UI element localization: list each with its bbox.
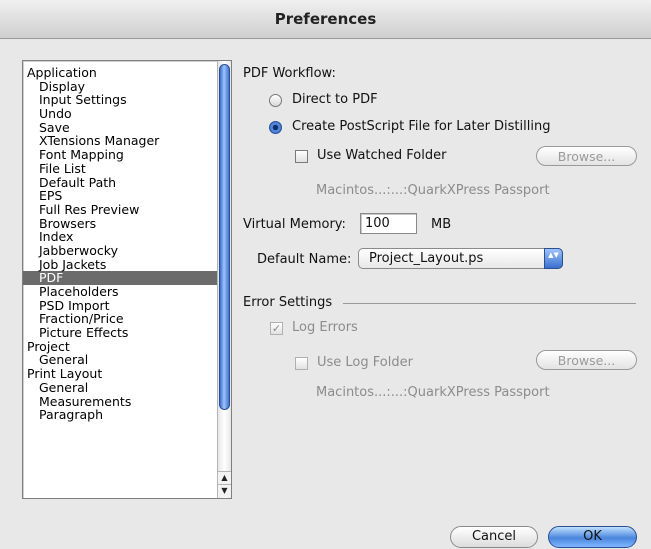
virtual-memory-unit: MB bbox=[431, 217, 452, 232]
category-item-placeholders[interactable]: Placeholders bbox=[23, 285, 219, 299]
scrollbar-thumb[interactable] bbox=[219, 64, 230, 410]
category-item-input-settings[interactable]: Input Settings bbox=[23, 93, 219, 107]
use-log-folder-label[interactable]: Use Log Folder bbox=[317, 355, 413, 370]
pdf-workflow-label: PDF Workflow: bbox=[243, 66, 336, 81]
category-item-browsers[interactable]: Browsers bbox=[23, 216, 219, 231]
category-item-print-layout[interactable]: Print Layout bbox=[23, 367, 219, 381]
log-folder-path: Macintos...:...:QuarkXPress Passport bbox=[316, 385, 550, 400]
error-settings-divider bbox=[343, 303, 636, 304]
category-item-jabberwocky[interactable]: Jabberwocky bbox=[23, 244, 219, 258]
log-errors-checkbox[interactable]: ✓ bbox=[270, 322, 283, 335]
category-item-file-list[interactable]: File List bbox=[23, 162, 219, 176]
category-item-default-path[interactable]: Default Path bbox=[23, 175, 219, 190]
category-item-full-res-preview[interactable]: Full Res Preview bbox=[23, 203, 219, 217]
default-name-label: Default Name: bbox=[257, 252, 352, 267]
category-item-application[interactable]: Application bbox=[23, 66, 219, 80]
category-item-general[interactable]: General bbox=[23, 381, 219, 395]
category-item-job-jackets[interactable]: Job Jackets bbox=[23, 257, 219, 272]
direct-to-pdf-radio[interactable] bbox=[269, 94, 282, 107]
category-item-general[interactable]: General bbox=[23, 353, 219, 367]
error-settings-label: Error Settings bbox=[243, 295, 333, 310]
postscript-radio[interactable] bbox=[269, 121, 282, 134]
virtual-memory-label: Virtual Memory: bbox=[243, 217, 346, 232]
list-scrollbar[interactable]: ▲ ▼ bbox=[217, 61, 231, 498]
postscript-label[interactable]: Create PostScript File for Later Distill… bbox=[292, 119, 550, 134]
watched-folder-browse-button[interactable]: Browse... bbox=[536, 146, 637, 166]
category-item-measurements[interactable]: Measurements bbox=[23, 394, 219, 409]
category-item-save[interactable]: Save bbox=[23, 121, 219, 135]
virtual-memory-input[interactable]: 100 bbox=[360, 213, 417, 234]
ok-button[interactable]: OK bbox=[548, 526, 637, 548]
window-title: Preferences bbox=[0, 0, 651, 39]
direct-to-pdf-label[interactable]: Direct to PDF bbox=[292, 92, 378, 107]
category-item-fraction-price[interactable]: Fraction/Price bbox=[23, 312, 219, 326]
scroll-down-arrow-icon[interactable]: ▼ bbox=[218, 484, 231, 497]
use-watched-folder-checkbox[interactable] bbox=[295, 150, 308, 163]
popup-arrows-icon: ▲▼ bbox=[544, 248, 563, 269]
category-item-display[interactable]: Display bbox=[23, 79, 219, 94]
cancel-button[interactable]: Cancel bbox=[450, 526, 538, 548]
category-item-xtensions-manager[interactable]: XTensions Manager bbox=[23, 134, 219, 148]
use-watched-folder-label[interactable]: Use Watched Folder bbox=[317, 148, 446, 163]
category-item-pdf[interactable]: PDF bbox=[23, 271, 219, 285]
category-item-font-mapping[interactable]: Font Mapping bbox=[23, 148, 219, 162]
default-name-popup[interactable]: Project_Layout.ps ▲▼ bbox=[358, 248, 563, 269]
log-folder-browse-button[interactable]: Browse... bbox=[536, 350, 637, 370]
category-list[interactable]: Application Display Input Settings Undo Save… bbox=[22, 60, 232, 499]
scroll-up-arrow-icon[interactable]: ▲ bbox=[218, 471, 231, 484]
preferences-window: Preferences Application Display Input Sett… bbox=[0, 0, 651, 549]
category-item-index[interactable]: Index bbox=[23, 230, 219, 244]
category-item-picture-effects[interactable]: Picture Effects bbox=[23, 326, 219, 340]
category-item-project[interactable]: Project bbox=[23, 340, 219, 354]
category-item-paragraph[interactable]: Paragraph bbox=[23, 408, 219, 422]
category-item-psd-import[interactable]: PSD Import bbox=[23, 298, 219, 313]
default-name-value: Project_Layout.ps bbox=[369, 251, 484, 266]
use-log-folder-checkbox[interactable] bbox=[295, 357, 308, 370]
log-errors-label[interactable]: Log Errors bbox=[292, 320, 358, 335]
category-item-eps[interactable]: EPS bbox=[23, 189, 219, 203]
category-item-undo[interactable]: Undo bbox=[23, 107, 219, 121]
category-list-items: Application Display Input Settings Undo Save… bbox=[23, 66, 219, 422]
watched-folder-path: Macintos...:...:QuarkXPress Passport bbox=[316, 183, 550, 198]
